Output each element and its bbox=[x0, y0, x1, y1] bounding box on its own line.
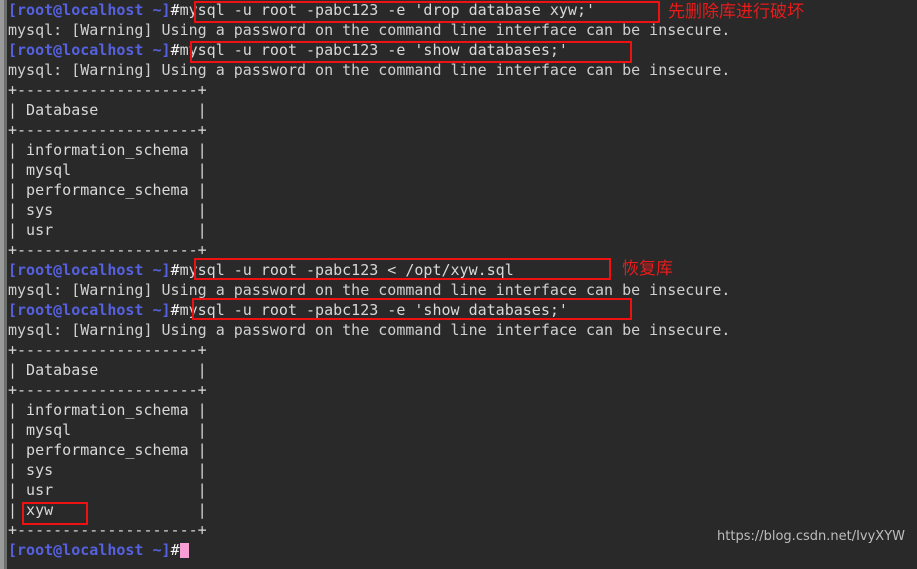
command-text-drop: mysql -u root -pabc123 -e 'drop database… bbox=[179, 1, 596, 19]
command-text-show-2: mysql -u root -pabc123 -e 'show database… bbox=[179, 301, 568, 319]
table-separator: +--------------------+ bbox=[8, 241, 207, 259]
shell-prompt: [root@localhost ~] bbox=[8, 301, 171, 319]
terminal-window[interactable]: [root@localhost ~]#mysql -u root -pabc12… bbox=[0, 0, 917, 569]
prompt-hash: # bbox=[170, 261, 180, 279]
table-row-xyw: | xyw | bbox=[8, 501, 207, 519]
prompt-hash: # bbox=[170, 541, 180, 559]
warning-line-1: mysql: [Warning] Using a password on the… bbox=[8, 21, 731, 39]
table-row: | mysql | bbox=[8, 161, 207, 179]
table-row: | information_schema | bbox=[8, 141, 207, 159]
warning-line-4: mysql: [Warning] Using a password on the… bbox=[8, 321, 731, 339]
table-row: | performance_schema | bbox=[8, 181, 207, 199]
command-line-restore: [root@localhost ~]#mysql -u root -pabc12… bbox=[8, 260, 917, 280]
shell-prompt: [root@localhost ~] bbox=[8, 261, 171, 279]
prompt-hash: # bbox=[170, 301, 180, 319]
table-row: | mysql | bbox=[8, 421, 207, 439]
command-text-restore: mysql -u root -pabc123 < /opt/xyw.sql bbox=[179, 261, 514, 279]
command-text-show-1: mysql -u root -pabc123 -e 'show database… bbox=[179, 41, 568, 59]
table-header: | Database | bbox=[8, 361, 207, 379]
table-header: | Database | bbox=[8, 101, 207, 119]
terminal-output: [root@localhost ~]#mysql -u root -pabc12… bbox=[8, 0, 917, 560]
command-line-show-2: [root@localhost ~]#mysql -u root -pabc12… bbox=[8, 300, 917, 320]
table-row: | usr | bbox=[8, 481, 207, 499]
shell-prompt: [root@localhost ~] bbox=[8, 541, 171, 559]
table-separator: +--------------------+ bbox=[8, 81, 207, 99]
warning-line-2: mysql: [Warning] Using a password on the… bbox=[8, 61, 731, 79]
window-left-edge bbox=[0, 0, 7, 569]
prompt-hash: # bbox=[170, 1, 180, 19]
command-line-show-1: [root@localhost ~]#mysql -u root -pabc12… bbox=[8, 40, 917, 60]
text-cursor bbox=[179, 543, 189, 558]
shell-prompt: [root@localhost ~] bbox=[8, 1, 171, 19]
shell-prompt: [root@localhost ~] bbox=[8, 41, 171, 59]
table-separator: +--------------------+ bbox=[8, 121, 207, 139]
table-row: | sys | bbox=[8, 201, 207, 219]
annotation-drop: 先删除库进行破坏 bbox=[668, 2, 804, 22]
annotation-restore: 恢复库 bbox=[622, 259, 673, 279]
warning-line-3: mysql: [Warning] Using a password on the… bbox=[8, 281, 731, 299]
table-separator: +--------------------+ bbox=[8, 341, 207, 359]
table-separator: +--------------------+ bbox=[8, 381, 207, 399]
table-row: | performance_schema | bbox=[8, 441, 207, 459]
scrollbar-track[interactable] bbox=[0, 0, 4, 569]
watermark: https://blog.csdn.net/IvyXYW bbox=[717, 529, 905, 544]
table-row: | information_schema | bbox=[8, 401, 207, 419]
table-row: | sys | bbox=[8, 461, 207, 479]
prompt-hash: # bbox=[170, 41, 180, 59]
table-row: | usr | bbox=[8, 221, 207, 239]
